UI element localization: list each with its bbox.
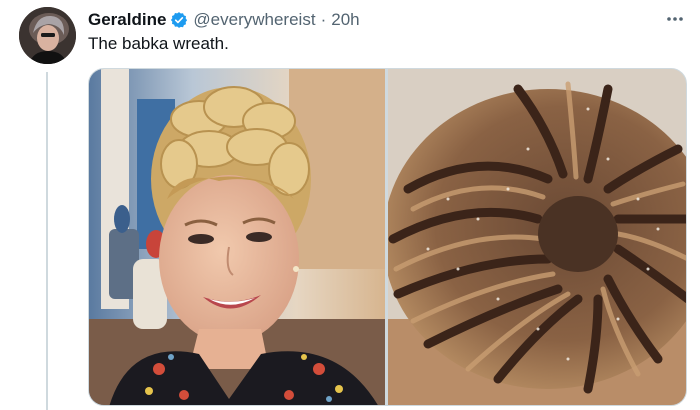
tweet-text: The babka wreath. (88, 34, 229, 53)
tweet-timestamp[interactable]: 20h (331, 10, 359, 30)
tweet-header: Geraldine @everywhereist · 20h (88, 8, 360, 32)
separator-dot: · (320, 10, 327, 29)
media-grid (88, 68, 687, 406)
more-horizontal-icon[interactable] (664, 8, 686, 30)
thread-connector-line (46, 72, 48, 410)
photo-woman[interactable] (89, 69, 385, 405)
author-handle[interactable]: @everywhereist (193, 10, 315, 30)
photo-babka-wreath[interactable] (388, 69, 686, 405)
verified-badge-icon (170, 11, 188, 29)
author-name[interactable]: Geraldine (88, 10, 166, 30)
avatar[interactable] (19, 7, 76, 64)
